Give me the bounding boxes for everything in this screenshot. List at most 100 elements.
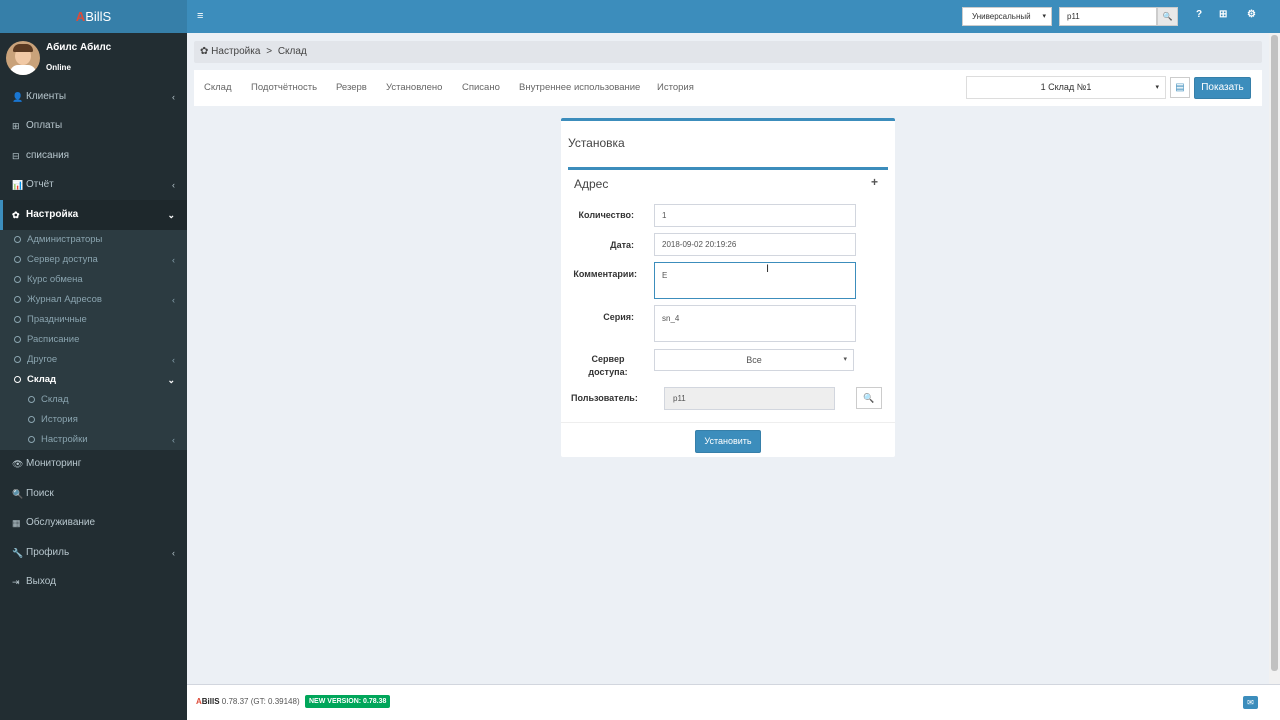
install-button[interactable]: Установить [695,430,761,453]
show-button[interactable]: Показать [1194,77,1251,99]
server-select[interactable]: Все ▾ [654,349,854,371]
sidebar-menu-item[interactable]: 🔧 Профиль ‹ [0,538,187,568]
form-title: Установка [568,136,625,150]
circle-icon [28,436,35,443]
warehouse-select-value: 1 Склад №1 [1040,82,1092,92]
server-select-value: Все [746,355,762,365]
menu-toggle-icon[interactable]: ≡ [197,10,203,22]
calculator-icon: ▤ [1175,82,1185,93]
comment-textarea[interactable]: Е [654,262,856,299]
tab-internal-use[interactable]: Внутреннее использование [519,82,640,93]
user-search-button[interactable]: 🔍 [856,387,882,409]
new-version-badge[interactable]: NEW VERSION: 0.78.38 [305,695,391,708]
sign-out-icon: ⇥ [12,577,20,588]
search-icon: 🔍 [863,393,875,403]
sidebar-submenu-item[interactable]: История [0,410,187,430]
sidebar-submenu-item[interactable]: Склад [0,390,187,410]
scrollbar[interactable] [1269,33,1280,684]
tab-accountability[interactable]: Подотчётность [251,82,317,93]
sidebar-submenu-item[interactable]: Администраторы [0,230,187,250]
sidebar-menu-item[interactable]: 👤 Клиенты ‹ [0,82,187,112]
search-type-select[interactable]: Универсальный ▾ [962,7,1052,26]
sidebar-submenu-item[interactable]: Курс обмена [0,270,187,290]
menu-item-label: Клиенты [26,90,67,102]
search-input[interactable]: p11 [1059,7,1157,26]
user-panel: Абилс Абилс Online [0,33,187,82]
date-field[interactable]: 2018-09-02 20:19:26 [654,233,856,256]
breadcrumb: ✿ Настройка > Склад [194,41,1262,63]
sidebar: ABillS Абилс Абилс Online 👤 Клиенты ‹ ⊞ Опла… [0,0,187,720]
user-label: Пользователь: [571,393,638,403]
sidebar-menu-item[interactable]: ⊞ Оплаты [0,112,187,142]
sidebar-menu-item[interactable]: ▦ Обслуживание [0,509,187,539]
text-cursor-icon: I [766,263,770,275]
plus-square-icon: ⊞ [12,121,20,132]
calculator-button[interactable]: ▤ [1170,77,1190,98]
bar-chart-icon: 📊 [12,180,24,191]
sidebar-submenu-item[interactable]: Склад ⌄ [0,370,187,390]
logo-letter: A [75,9,86,24]
chevron-icon: ‹ [172,91,175,102]
submenu-item-label: Праздничные [27,313,87,325]
submenu-item-label: Склад [41,393,69,405]
sidebar-menu-item[interactable]: ✿ Настройка ⌄ [0,200,187,230]
app-logo[interactable]: ABillS [0,0,187,33]
tab-installed[interactable]: Установлено [386,82,442,93]
search-icon: 🔍 [1162,12,1173,21]
scrollbar-thumb[interactable] [1271,35,1278,671]
sidebar-menu-item[interactable]: ⇥ Выход [0,568,187,598]
chevron-icon: ⌄ [167,209,175,220]
tab-written-off[interactable]: Списано [462,82,500,93]
warehouse-select[interactable]: 1 Склад №1 ▾ [966,76,1166,99]
help-icon[interactable]: ? [1196,9,1202,20]
tab-reserve[interactable]: Резерв [336,82,367,93]
circle-icon [14,356,21,363]
sidebar-submenu-item[interactable]: Настройки ‹ [0,430,187,450]
expand-plus-icon[interactable]: + [871,175,878,189]
server-label: Сервер доступа: [588,354,628,377]
search-icon: 🔍 [12,488,24,499]
sidebar-submenu-item[interactable]: Журнал Адресов ‹ [0,290,187,310]
gear-icon: ✿ [200,46,209,57]
footer-logo-text: BillS [201,697,220,706]
user-status: Online [46,63,71,72]
sidebar-menu-item[interactable]: 📊 Отчёт ‹ [0,171,187,201]
address-section-title: Адрес [574,177,609,191]
circle-icon [14,276,21,283]
submenu-item-label: Настройки [41,433,88,445]
sidebar-submenu-item[interactable]: Расписание [0,330,187,350]
tab-history[interactable]: История [657,82,694,93]
sidebar-submenu-item[interactable]: Сервер доступа ‹ [0,250,187,270]
menu-item-label: Поиск [26,487,54,499]
chevron-down-icon: ▾ [843,356,847,363]
sidebar-menu-item[interactable]: 🔍 Поиск [0,479,187,509]
circle-icon [28,396,35,403]
series-label: Серия: [603,312,634,322]
sidebar-menu-item[interactable]: ⊟ списания [0,141,187,171]
minus-square-icon: ⊟ [12,150,20,161]
search-button[interactable]: 🔍 [1157,7,1178,26]
apps-grid-icon[interactable]: ⊞ [1219,9,1227,20]
user-name: Абилс Абилс [46,42,112,53]
submenu-item-label: История [41,413,78,425]
sidebar-menu-item[interactable]: 👁 Мониторинг [0,450,187,480]
circle-icon [14,236,21,243]
version-info: ABillS 0.78.37 (GT: 0.39148) [196,697,300,706]
chat-icon[interactable]: ✉ [1243,696,1258,709]
wrench-icon: 🔧 [12,547,24,558]
submenu-item-label: Расписание [27,333,80,345]
menu-item-label: Выход [26,576,56,588]
settings-icon[interactable]: ⚙ [1247,9,1256,20]
chevron-icon: ‹ [172,547,175,558]
breadcrumb-root[interactable]: Настройка [211,46,260,57]
sidebar-submenu-item[interactable]: Другое ‹ [0,350,187,370]
quantity-field[interactable]: 1 [654,204,856,227]
tab-warehouse[interactable]: Склад [204,82,232,93]
footer: ABillS 0.78.37 (GT: 0.39148) NEW VERSION… [187,684,1280,720]
sidebar-submenu-item[interactable]: Праздничные [0,310,187,330]
menu-item-label: Оплаты [26,120,63,132]
breadcrumb-current: Склад [277,46,307,57]
date-label: Дата: [610,240,634,250]
series-textarea[interactable]: sn_4 [654,305,856,342]
settings-submenu: Администраторы Сервер доступа ‹ Курс обмена… [0,229,187,450]
